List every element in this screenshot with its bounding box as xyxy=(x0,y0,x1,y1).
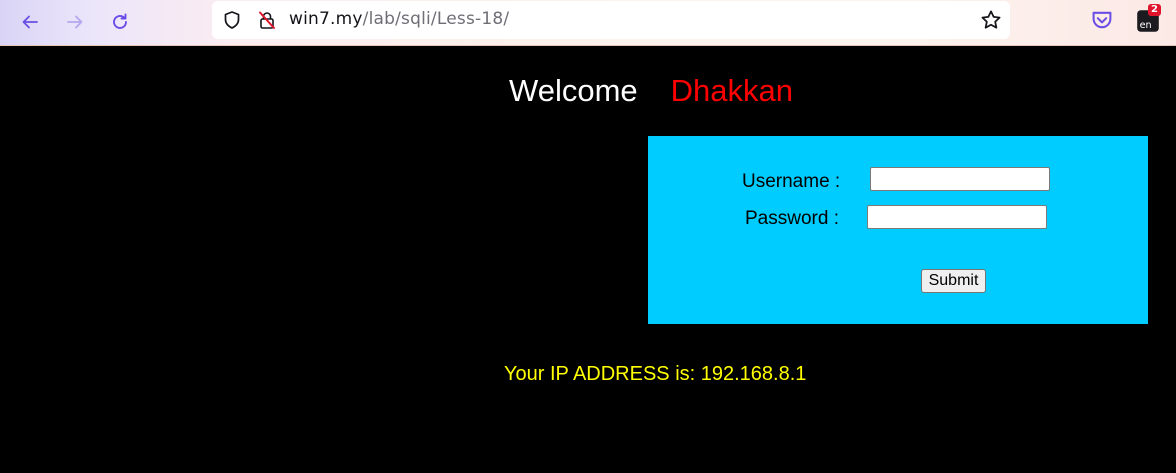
browser-toolbar: win7.my/lab/sqli/Less-18/ en 2 xyxy=(0,0,1176,46)
pocket-icon[interactable] xyxy=(1090,8,1114,32)
star-icon[interactable] xyxy=(980,9,1002,31)
welcome-word: Welcome xyxy=(509,73,638,108)
submit-button[interactable]: Submit xyxy=(921,269,986,293)
login-form: Username : Password : Submit xyxy=(648,136,1148,324)
password-input[interactable] xyxy=(867,205,1047,229)
username-label: Username : xyxy=(742,171,841,192)
insecure-lock-icon[interactable] xyxy=(257,10,277,30)
reload-icon[interactable] xyxy=(106,8,134,36)
welcome-name: Dhakkan xyxy=(670,73,793,108)
ip-address-text: Your IP ADDRESS is: 192.168.8.1 xyxy=(504,363,807,385)
url-bar[interactable]: win7.my/lab/sqli/Less-18/ xyxy=(212,1,1010,39)
extension-badge: 2 xyxy=(1148,4,1161,16)
url-text[interactable]: win7.my/lab/sqli/Less-18/ xyxy=(289,9,509,29)
back-arrow-icon[interactable] xyxy=(16,8,44,36)
url-path: /lab/sqli/Less-18/ xyxy=(362,9,510,29)
username-input[interactable] xyxy=(870,167,1050,191)
password-label: Password : xyxy=(745,208,839,229)
welcome-heading: Welcome Dhakkan xyxy=(509,71,793,111)
url-host: win7.my xyxy=(289,9,363,29)
forward-arrow-icon[interactable] xyxy=(61,8,89,36)
shield-icon[interactable] xyxy=(222,10,242,30)
svg-text:en: en xyxy=(1140,20,1152,31)
